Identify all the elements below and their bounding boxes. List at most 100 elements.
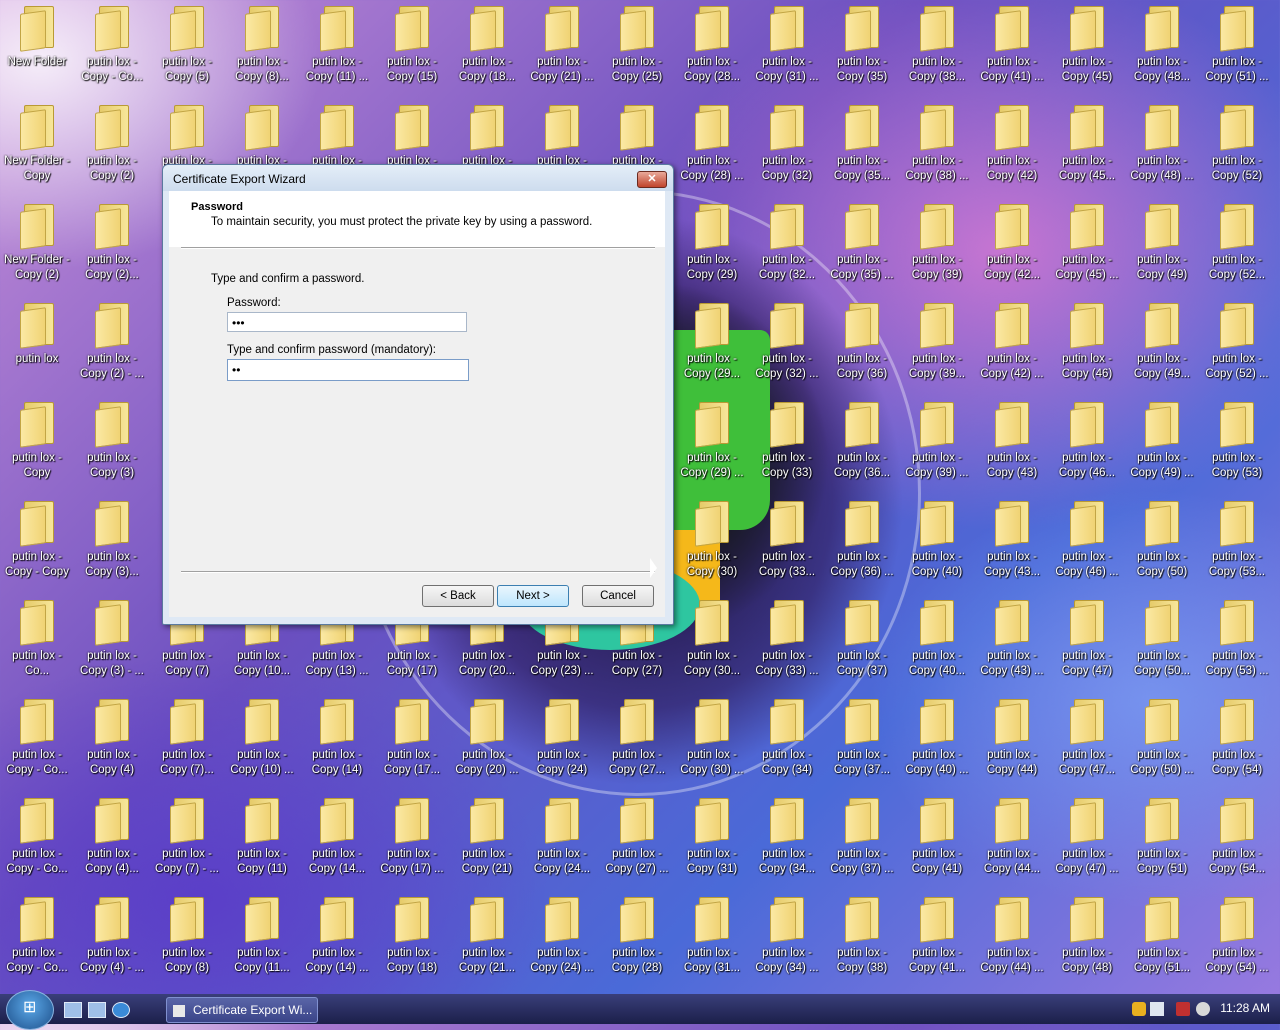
desktop-folder[interactable]: putin lox - Copy (7) - ...: [151, 794, 223, 889]
desktop-folder[interactable]: putin lox - Copy (39) ...: [901, 398, 973, 493]
desktop-folder[interactable]: putin lox - Copy (51): [1126, 794, 1198, 889]
desktop-folder[interactable]: putin lox - Copy (48): [1051, 893, 1123, 988]
desktop-folder[interactable]: putin lox - Copy (42...: [976, 200, 1048, 295]
close-button[interactable]: ✕: [637, 171, 667, 188]
desktop-folder[interactable]: putin lox - Copy (11) ...: [301, 2, 373, 97]
desktop-folder[interactable]: putin lox - Copy (52...: [1201, 200, 1273, 295]
desktop-folder[interactable]: putin lox - Copy (11): [226, 794, 298, 889]
desktop-folder[interactable]: putin lox - Copy (35): [826, 2, 898, 97]
desktop-folder[interactable]: New Folder - Copy: [1, 101, 73, 196]
desktop-folder[interactable]: putin lox - Copy (44) ...: [976, 893, 1048, 988]
start-button[interactable]: ⊞: [6, 990, 54, 1030]
desktop-folder[interactable]: putin lox - Copy (38): [826, 893, 898, 988]
desktop-folder[interactable]: putin lox - Copy (34): [751, 695, 823, 790]
desktop-folder[interactable]: putin lox - Copy (42): [976, 101, 1048, 196]
desktop-folder[interactable]: putin lox - Copy (46): [1051, 299, 1123, 394]
desktop-folder[interactable]: putin lox - Copy (4): [76, 695, 148, 790]
desktop-folder[interactable]: putin lox - Copy - Co...: [1, 695, 73, 790]
desktop-folder[interactable]: putin lox - Copy (45) ...: [1051, 200, 1123, 295]
desktop-folder[interactable]: putin lox - Copy (4)...: [76, 794, 148, 889]
desktop-folder[interactable]: putin lox - Copy (31): [676, 794, 748, 889]
desktop-folder[interactable]: putin lox - Copy (17) ...: [376, 794, 448, 889]
security-shield-icon[interactable]: [1132, 1002, 1146, 1016]
desktop-folder[interactable]: putin lox - Copy (35) ...: [826, 200, 898, 295]
desktop-folder[interactable]: putin lox - Copy (50...: [1126, 596, 1198, 691]
desktop-folder[interactable]: New Folder: [1, 2, 73, 97]
desktop-folder[interactable]: putin lox - Copy (33...: [751, 497, 823, 592]
desktop-folder[interactable]: putin lox - Copy (28): [601, 893, 673, 988]
desktop-folder[interactable]: putin lox - Copy (28...: [676, 2, 748, 97]
desktop-folder[interactable]: putin lox - Copy (34) ...: [751, 893, 823, 988]
next-button[interactable]: Next >: [497, 585, 569, 607]
desktop-folder[interactable]: putin lox - Copy (48) ...: [1126, 101, 1198, 196]
desktop-folder[interactable]: putin lox - Copy: [1, 398, 73, 493]
desktop-folder[interactable]: putin lox - Copy (20) ...: [451, 695, 523, 790]
desktop-folder[interactable]: putin lox - Copy (43): [976, 398, 1048, 493]
desktop-folder[interactable]: putin lox - Copy (46...: [1051, 398, 1123, 493]
desktop-folder[interactable]: putin lox - Copy (2): [76, 101, 148, 196]
desktop-folder[interactable]: putin lox - Copy (18): [376, 893, 448, 988]
desktop-folder[interactable]: putin lox - Copy (54) ...: [1201, 893, 1273, 988]
volume-muted-icon[interactable]: [1196, 1002, 1210, 1016]
desktop-folder[interactable]: putin lox - Copy (30): [676, 497, 748, 592]
desktop-folder[interactable]: putin lox - Copy (31...: [676, 893, 748, 988]
show-desktop-icon[interactable]: [64, 1002, 82, 1018]
desktop-folder[interactable]: putin lox - Copy (4) - ...: [76, 893, 148, 988]
desktop-folder[interactable]: putin lox - Copy (28) ...: [676, 101, 748, 196]
desktop-folder[interactable]: putin lox - Copy (8): [151, 893, 223, 988]
desktop-folder[interactable]: putin lox - Copy (24...: [526, 794, 598, 889]
desktop-folder[interactable]: putin lox - Copy (32...: [751, 200, 823, 295]
dialog-titlebar[interactable]: Certificate Export Wizard ✕: [163, 165, 673, 191]
desktop-folder[interactable]: putin lox - Copy (37): [826, 596, 898, 691]
cancel-button[interactable]: Cancel: [582, 585, 654, 607]
desktop-folder[interactable]: putin lox - Copy (51) ...: [1201, 2, 1273, 97]
desktop-folder[interactable]: putin lox - Copy (50): [1126, 497, 1198, 592]
desktop-folder[interactable]: putin lox - Copy (39...: [901, 299, 973, 394]
desktop-folder[interactable]: putin lox - Copy (37...: [826, 695, 898, 790]
desktop-folder[interactable]: putin lox - Copy (11...: [226, 893, 298, 988]
desktop-folder[interactable]: putin lox - Copy - Copy: [1, 497, 73, 592]
desktop-folder[interactable]: putin lox - Copy (45): [1051, 2, 1123, 97]
desktop-folder[interactable]: putin lox - Copy (29) ...: [676, 398, 748, 493]
desktop-folder[interactable]: putin lox - Copy (50) ...: [1126, 695, 1198, 790]
desktop-folder[interactable]: putin lox - Copy (33) ...: [751, 596, 823, 691]
confirm-password-field[interactable]: ••: [227, 359, 469, 381]
desktop-folder[interactable]: putin lox - Copy (15): [376, 2, 448, 97]
network-icon[interactable]: [1150, 1002, 1164, 1016]
desktop-folder[interactable]: putin lox - Copy (14...: [301, 794, 373, 889]
taskbar-item-certificate-export-wizard[interactable]: Certificate Export Wi...: [166, 997, 318, 1023]
desktop-folder[interactable]: putin lox - Copy (2)...: [76, 200, 148, 295]
desktop-folder[interactable]: putin lox - Copy (39): [901, 200, 973, 295]
desktop-folder[interactable]: putin lox - Copy (27...: [601, 695, 673, 790]
taskbar-clock[interactable]: 11:28 AM: [1220, 1001, 1270, 1015]
desktop-folder[interactable]: putin lox - Copy (32): [751, 101, 823, 196]
desktop-folder[interactable]: putin lox - Copy (49...: [1126, 299, 1198, 394]
desktop-folder[interactable]: putin lox - Copy (33): [751, 398, 823, 493]
desktop-folder[interactable]: putin lox - Copy (36...: [826, 398, 898, 493]
desktop-folder[interactable]: putin lox - Copy (3)...: [76, 497, 148, 592]
desktop-folder[interactable]: putin lox - Copy (47): [1051, 596, 1123, 691]
desktop-folder[interactable]: putin lox - Copy (3) - ...: [76, 596, 148, 691]
desktop-folder[interactable]: putin lox - Co...: [1, 596, 73, 691]
desktop-folder[interactable]: putin lox - Copy (44): [976, 695, 1048, 790]
desktop-folder[interactable]: putin lox - Copy - Co...: [76, 2, 148, 97]
desktop-folder[interactable]: putin lox - Copy (47) ...: [1051, 794, 1123, 889]
desktop-folder[interactable]: putin lox - Copy (40): [901, 497, 973, 592]
desktop-folder[interactable]: putin lox - Copy (34...: [751, 794, 823, 889]
desktop-folder[interactable]: putin lox - Copy (41): [901, 794, 973, 889]
desktop-folder[interactable]: putin lox - Copy (14) ...: [301, 893, 373, 988]
desktop-folder[interactable]: putin lox - Copy (35...: [826, 101, 898, 196]
desktop-folder[interactable]: putin lox - Copy (8)...: [226, 2, 298, 97]
desktop-folder[interactable]: putin lox - Copy (38) ...: [901, 101, 973, 196]
desktop-folder[interactable]: putin lox - Copy (41) ...: [976, 2, 1048, 97]
desktop-folder[interactable]: putin lox - Copy (18...: [451, 2, 523, 97]
desktop-folder[interactable]: putin lox - Copy (32) ...: [751, 299, 823, 394]
back-button[interactable]: < Back: [422, 585, 494, 607]
internet-explorer-icon[interactable]: [112, 1002, 130, 1018]
desktop-folder[interactable]: putin lox - Copy (2) - ...: [76, 299, 148, 394]
desktop-folder[interactable]: putin lox - Copy (53): [1201, 398, 1273, 493]
desktop-folder[interactable]: putin lox - Copy (51...: [1126, 893, 1198, 988]
desktop-folder[interactable]: putin lox: [1, 299, 73, 394]
desktop-folder[interactable]: putin lox - Copy (5): [151, 2, 223, 97]
desktop-folder[interactable]: putin lox - Copy (43...: [976, 497, 1048, 592]
